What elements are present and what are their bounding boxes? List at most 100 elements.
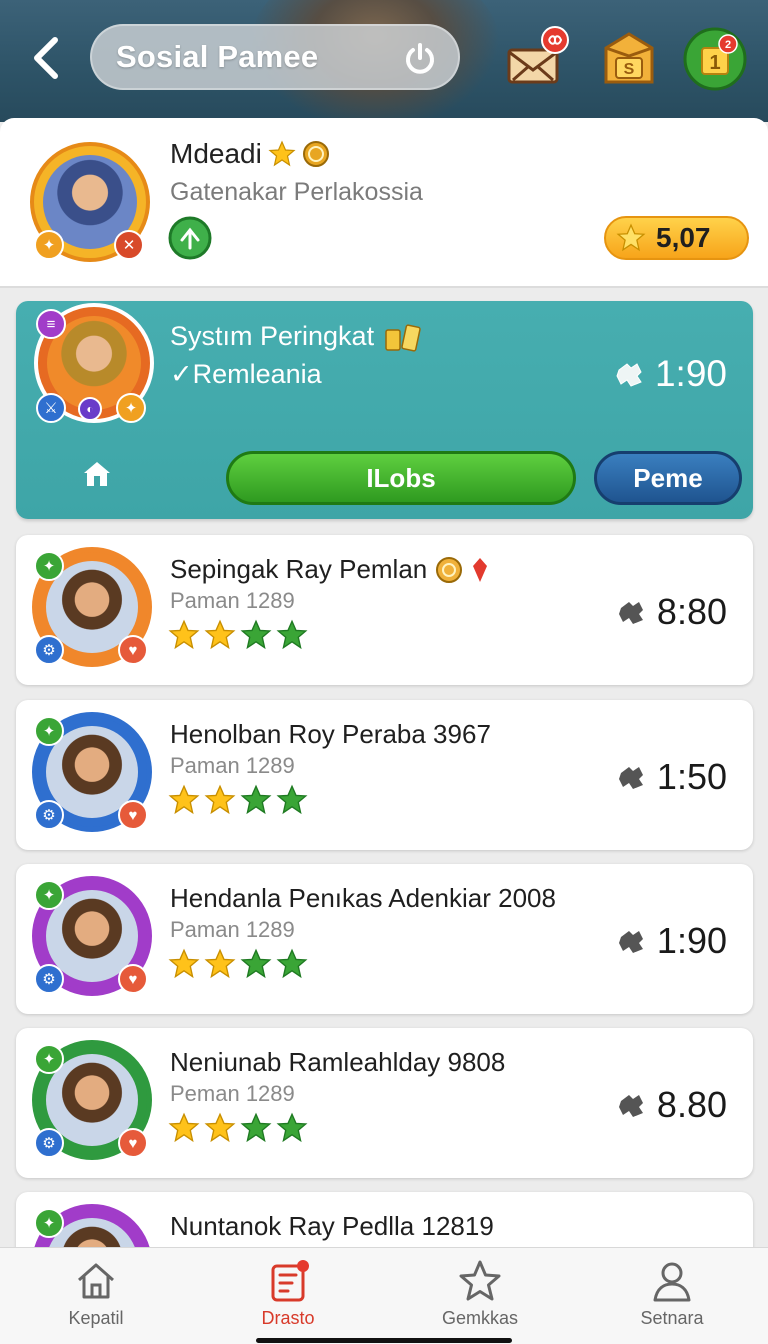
- reward-badge-icon: ♥: [118, 964, 148, 994]
- player-name: Neniunab Ramleahlday 9808: [170, 1047, 506, 1077]
- featured-score-value: 1:90: [654, 353, 727, 394]
- nav-label: Kepatil: [68, 1308, 124, 1328]
- gold-star-icon: [204, 948, 236, 979]
- level-up-badge-icon[interactable]: [168, 216, 212, 260]
- gold-star-icon: [168, 1112, 200, 1143]
- gold-star-icon: [204, 619, 236, 650]
- puzzle-icon: [616, 363, 642, 387]
- star-rating: [168, 784, 308, 816]
- ruby-icon: [473, 557, 488, 582]
- clipboard-icon: [271, 1260, 309, 1302]
- featured-title: Systım Peringkat: [170, 321, 375, 351]
- leaderboard-row[interactable]: ✦ ⚙ ♥ Sepingak Ray Pemlan Paman 1289 8:80: [16, 535, 753, 685]
- rank-badge-count: 2: [725, 39, 731, 51]
- reward-badge-icon: ♥: [118, 635, 148, 665]
- shield-badge-icon: ◐: [78, 397, 102, 421]
- status-badge-icon: ✦: [34, 716, 64, 746]
- play-button[interactable]: Peme: [594, 451, 742, 505]
- player-score: 1:50: [615, 756, 727, 798]
- tool-badge-icon: ⚙: [34, 635, 64, 665]
- player-name: Nuntanok Ray Pedlla 12819: [170, 1211, 494, 1241]
- star-rating: [168, 1112, 308, 1144]
- player-subtitle: Peman 1289: [170, 1081, 295, 1106]
- player-score-value: 8:80: [656, 591, 727, 632]
- sword-badge-icon: ⚔: [36, 393, 66, 423]
- svg-text:S: S: [624, 61, 635, 78]
- status-badge-icon: ✦: [34, 1208, 64, 1238]
- trophy-cup-icon: [385, 323, 421, 352]
- page-title: Sosial Pamee: [116, 39, 319, 74]
- reward-badge-icon: ♥: [118, 1128, 148, 1158]
- featured-ranking-card[interactable]: ≡ ⚔ ◐ ✦ Systım Peringkat ✓Remleania 1:90…: [16, 301, 753, 519]
- profile-subtitle: Gatenakar Perlakossia: [170, 178, 423, 206]
- player-name-row: Neniunab Ramleahlday 9808: [170, 1047, 505, 1078]
- tool-badge-icon: ⚙: [34, 1128, 64, 1158]
- shop-icon[interactable]: S: [596, 26, 662, 92]
- nav-label: Drasto: [261, 1308, 315, 1328]
- leaderboard-row[interactable]: ✦ ⚙ ♥ Henolban Roy Peraba 3967 Paman 1289 1:5…: [16, 700, 753, 850]
- menu-badge-icon: ≡: [36, 309, 66, 339]
- nav-item-drasto[interactable]: Drasto: [192, 1248, 384, 1344]
- coin-balance[interactable]: 5,07: [604, 216, 749, 260]
- status-badge-icon: ✦: [34, 551, 64, 581]
- player-subtitle: Paman 1289: [170, 917, 295, 942]
- tools-badge-icon: ✦: [34, 230, 64, 260]
- featured-title-row: Systım Peringkat: [170, 321, 426, 352]
- mail-icon[interactable]: [503, 26, 569, 92]
- player-score: 8:80: [615, 591, 727, 633]
- player-score-value: 1:90: [656, 920, 727, 961]
- gold-star-icon: [168, 948, 200, 979]
- coin-icon: [436, 556, 463, 583]
- player-score-value: 1:50: [656, 756, 727, 797]
- green-star-icon: [240, 1112, 272, 1143]
- home-icon[interactable]: [80, 457, 114, 491]
- status-badge-icon: ✦: [34, 880, 64, 910]
- nav-item-setnara[interactable]: Setnara: [576, 1248, 768, 1344]
- featured-score: 1:90: [613, 353, 727, 395]
- puzzle-icon: [618, 1095, 643, 1117]
- nav-item-gemkkas[interactable]: Gemkkas: [384, 1248, 576, 1344]
- power-icon[interactable]: [402, 41, 438, 77]
- profile-card[interactable]: ✦ ✕ Mdeadi Gatenakar Perlakossia 5,07: [0, 118, 768, 288]
- nav-label: Setnara: [640, 1308, 704, 1328]
- green-star-icon: [276, 784, 308, 815]
- green-star-icon: [240, 784, 272, 815]
- star-rating: [168, 948, 308, 980]
- gold-star-icon: [168, 784, 200, 815]
- tool-badge-icon: ⚙: [34, 964, 64, 994]
- player-subtitle: Paman 1289: [170, 753, 295, 778]
- green-star-icon: [240, 619, 272, 650]
- home-indicator: [256, 1338, 512, 1343]
- reward-badge-icon: ♥: [118, 800, 148, 830]
- nav-item-kepatil[interactable]: Kepatil: [0, 1248, 192, 1344]
- home-icon: [78, 1263, 114, 1299]
- leaderboard-row[interactable]: ✦ ⚙ ♥ Hendanla Penıkas Adenkiar 2008 Paman 1…: [16, 864, 753, 1014]
- star-rating: [168, 619, 308, 651]
- player-score-value: 8.80: [656, 1084, 727, 1125]
- player-name: Sepingak Ray Pemlan: [170, 554, 428, 584]
- lobby-button[interactable]: ILobs: [226, 451, 576, 505]
- green-star-icon: [276, 948, 308, 979]
- back-button[interactable]: [22, 30, 70, 86]
- puzzle-icon: [618, 931, 643, 953]
- player-score: 1:90: [615, 920, 727, 962]
- green-star-icon: [240, 948, 272, 979]
- rank-icon[interactable]: 1 2: [682, 26, 748, 92]
- chevron-left-icon: [34, 37, 58, 79]
- star-icon: [268, 140, 296, 167]
- nav-label: Gemkkas: [441, 1308, 519, 1328]
- puzzle-icon: [618, 767, 643, 789]
- featured-subtitle: ✓Remleania: [170, 359, 322, 389]
- green-star-icon: [276, 619, 308, 650]
- gold-star-icon: [204, 784, 236, 815]
- tool-badge-icon: ⚙: [34, 800, 64, 830]
- profile-name: Mdeadi: [170, 138, 262, 169]
- green-star-icon: [276, 1112, 308, 1143]
- profile-name-row: Mdeadi: [170, 138, 330, 170]
- player-name: Hendanla Penıkas Adenkiar 2008: [170, 883, 556, 913]
- star-icon: [616, 223, 646, 252]
- page-title-pill[interactable]: Sosial Pamee: [90, 24, 460, 90]
- star-icon: [459, 1260, 501, 1301]
- top-bar: Sosial Pamee S 1 2: [0, 0, 768, 122]
- leaderboard-row[interactable]: ✦ ⚙ ♥ Neniunab Ramleahlday 9808 Peman 1289 8.…: [16, 1028, 753, 1178]
